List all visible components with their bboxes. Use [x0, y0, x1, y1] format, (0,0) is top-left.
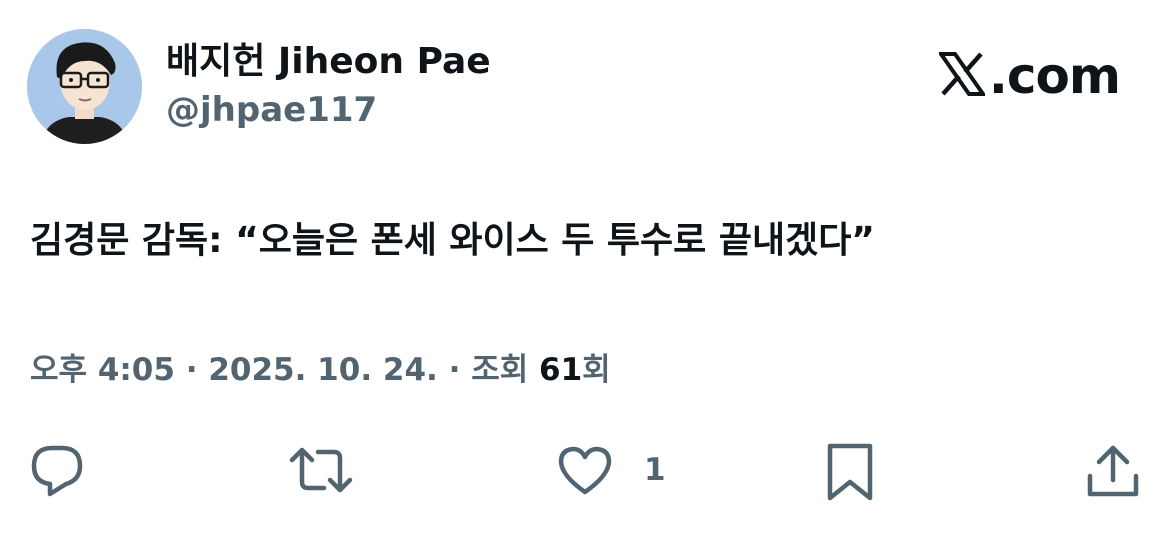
retweet-button[interactable] [288, 442, 354, 498]
x-logo-icon [937, 51, 987, 101]
brand-logo: .com [937, 46, 1121, 106]
views-label: 조회 [471, 352, 540, 388]
share-icon [1084, 442, 1142, 500]
tweet-date[interactable]: 2025. 10. 24. [208, 352, 437, 388]
reply-icon [28, 442, 86, 498]
meta-separator: · [437, 352, 472, 388]
avatar-illustration [27, 29, 142, 144]
meta-separator: · [174, 352, 209, 388]
tweet-text: 김경문 감독: “오늘은 폰세 와이스 두 투수로 끝내겠다” [30, 220, 875, 261]
views-suffix: 회 [582, 352, 611, 388]
tweet-meta: 오후 4:05 · 2025. 10. 24. · 조회 61회 [30, 348, 611, 392]
views-count: 61 [539, 352, 583, 388]
reply-button[interactable] [28, 442, 86, 498]
heart-icon [556, 442, 614, 498]
brand-domain: .com [988, 47, 1121, 105]
bookmark-button[interactable] [824, 442, 876, 502]
retweet-icon [288, 442, 354, 498]
like-count: 1 [644, 452, 666, 488]
bookmark-icon [824, 442, 876, 502]
avatar[interactable] [27, 29, 142, 144]
user-handle[interactable]: @jhpae117 [166, 88, 491, 132]
author-block: 배지헌 Jiheon Pae @jhpae117 [166, 40, 491, 132]
action-bar: 1 [0, 438, 1170, 502]
tweet-time[interactable]: 오후 4:05 [30, 352, 175, 388]
share-button[interactable] [1084, 442, 1142, 500]
display-name[interactable]: 배지헌 Jiheon Pae [166, 40, 491, 84]
like-button[interactable]: 1 [556, 442, 666, 498]
